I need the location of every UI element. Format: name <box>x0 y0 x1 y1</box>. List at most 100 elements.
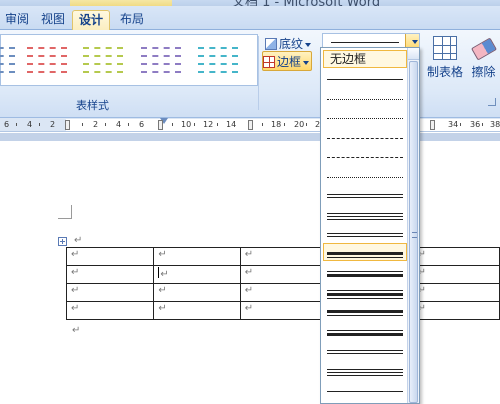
ruler-tick <box>172 123 173 126</box>
table-cell-active[interactable]: ↵ <box>153 265 241 284</box>
ruler-tick <box>262 123 263 126</box>
table-cell[interactable]: ↵ <box>412 301 500 320</box>
line-sample <box>327 218 403 220</box>
paragraph-mark: ↵ <box>74 235 83 246</box>
line-sample <box>327 332 403 336</box>
table-style-option[interactable] <box>0 39 19 81</box>
ruler-label: 36 <box>470 120 481 129</box>
line-sample <box>327 292 403 296</box>
table-style-option[interactable] <box>79 39 127 81</box>
dialog-launcher-icon[interactable] <box>488 98 496 106</box>
table-row: ↵ ↵ ↵ ↵ ↵ <box>65 247 500 266</box>
column-marker[interactable] <box>248 120 253 130</box>
table-row: ↵ ↵ ↵ ↵ ↵ <box>65 301 500 320</box>
line-sample <box>327 236 403 237</box>
margin-corner-mark <box>58 205 72 219</box>
table-cell[interactable]: ↵ <box>153 283 241 302</box>
document-page[interactable]: ↵ ↵ ↵ ↵ ↵ ↵ ↵ ↵ ↵ ↵ ↵ ↵ ↵ ↵ ↵ ↵ ↵ ↵ <box>0 141 500 404</box>
line-sample <box>327 350 403 351</box>
line-style-preview <box>331 42 399 43</box>
table-cell[interactable]: ↵ <box>65 247 155 266</box>
table-cell[interactable]: ↵ <box>153 247 241 266</box>
table-cell[interactable]: ↵ <box>239 301 328 320</box>
chevron-down-icon <box>412 40 418 44</box>
table-cell[interactable]: ↵ <box>153 301 241 320</box>
tab-design[interactable]: 设计 <box>72 10 110 30</box>
line-sample <box>327 289 403 291</box>
eraser-button[interactable]: 擦除 <box>467 36 500 96</box>
ruler-label: 14 <box>226 120 237 129</box>
table-cell[interactable]: ↵ <box>412 283 500 302</box>
ruler-label: 20 <box>294 120 305 129</box>
pencil-table-icon <box>433 36 457 60</box>
ruler-tick <box>306 123 307 126</box>
eraser-label: 擦除 <box>471 65 496 79</box>
tab-review[interactable]: 审阅 <box>0 10 34 30</box>
scroll-thumb[interactable] <box>409 61 418 403</box>
table-cell[interactable]: ↵ <box>65 283 155 302</box>
ruler-tick <box>194 123 195 126</box>
line-sample <box>327 368 403 370</box>
line-sample <box>327 271 403 272</box>
table-cell[interactable]: ↵ <box>239 265 328 284</box>
ruler-label: 10 <box>181 120 192 129</box>
table-style-option[interactable] <box>23 39 71 81</box>
ruler-label: 4 <box>116 120 122 129</box>
chevron-down-icon <box>303 60 310 65</box>
group-separator <box>258 36 259 110</box>
page-gap <box>0 133 500 141</box>
table-styles-group-label: 表样式 <box>76 99 109 112</box>
eraser-icon <box>470 37 497 61</box>
paragraph-mark: ↵ <box>72 325 81 336</box>
borders-icon <box>263 56 275 68</box>
line-style-dropdown: 无边框 <box>320 47 420 404</box>
line-sample <box>327 194 403 195</box>
draw-table-button[interactable]: 制表格 <box>426 36 464 96</box>
paint-bucket-icon <box>265 38 277 50</box>
ruler-tick <box>460 123 461 126</box>
column-marker[interactable] <box>158 120 163 130</box>
table-styles-gallery <box>0 34 258 86</box>
ruler-tick <box>284 123 285 126</box>
table-cell[interactable]: ↵ <box>239 247 328 266</box>
line-sample <box>327 371 403 373</box>
scroll-up-button[interactable] <box>408 48 419 60</box>
table-cell[interactable]: ↵ <box>65 301 155 320</box>
document-table[interactable]: ↵ ↵ ↵ ↵ ↵ ↵ ↵ ↵ ↵ ↵ ↵ ↵ ↵ ↵ ↵ ↵ <box>65 247 500 320</box>
column-marker[interactable] <box>65 120 70 130</box>
ruler-label: 12 <box>203 120 214 129</box>
ruler-tick <box>105 123 106 126</box>
line-sample <box>327 391 403 392</box>
dropdown-scrollbar[interactable] <box>407 48 419 403</box>
borders-button[interactable]: 边框 <box>262 51 312 71</box>
tab-view[interactable]: 视图 <box>34 10 72 30</box>
table-row: ↵ ↵ ↵ ↵ ↵ <box>65 283 500 302</box>
ruler-label: 6 <box>4 120 10 129</box>
table-cell[interactable]: ↵ <box>412 265 500 284</box>
line-sample <box>327 176 403 178</box>
cell-mark: ↵ <box>160 269 169 280</box>
grip-icon <box>412 232 417 238</box>
table-style-option[interactable] <box>194 39 242 81</box>
ruler-label: 18 <box>271 120 282 129</box>
table-row: ↵ ↵ ↵ ↵ ↵ <box>65 265 500 284</box>
line-sample <box>327 233 403 234</box>
table-style-option[interactable] <box>137 39 185 81</box>
line-sample <box>327 212 403 214</box>
table-cell[interactable]: ↵ <box>239 283 328 302</box>
line-sample <box>327 98 403 100</box>
line-sample <box>327 329 403 331</box>
line-sample <box>327 79 403 80</box>
table-cell[interactable]: ↵ <box>65 265 155 284</box>
line-sample <box>327 215 403 217</box>
column-marker[interactable] <box>430 120 435 130</box>
ruler-tick <box>482 123 483 126</box>
horizontal-ruler[interactable]: 6 4 2 2 4 6 10 12 14 18 20 22 34 36 38 <box>0 118 500 132</box>
tab-layout[interactable]: 布局 <box>112 10 152 30</box>
draw-table-label: 制表格 <box>426 65 463 79</box>
table-move-handle-icon[interactable] <box>58 237 67 246</box>
ruler-label: 34 <box>448 120 459 129</box>
borders-label: 边框 <box>277 55 302 69</box>
table-cell[interactable]: ↵ <box>412 247 500 266</box>
no-border-option[interactable]: 无边框 <box>323 50 407 68</box>
